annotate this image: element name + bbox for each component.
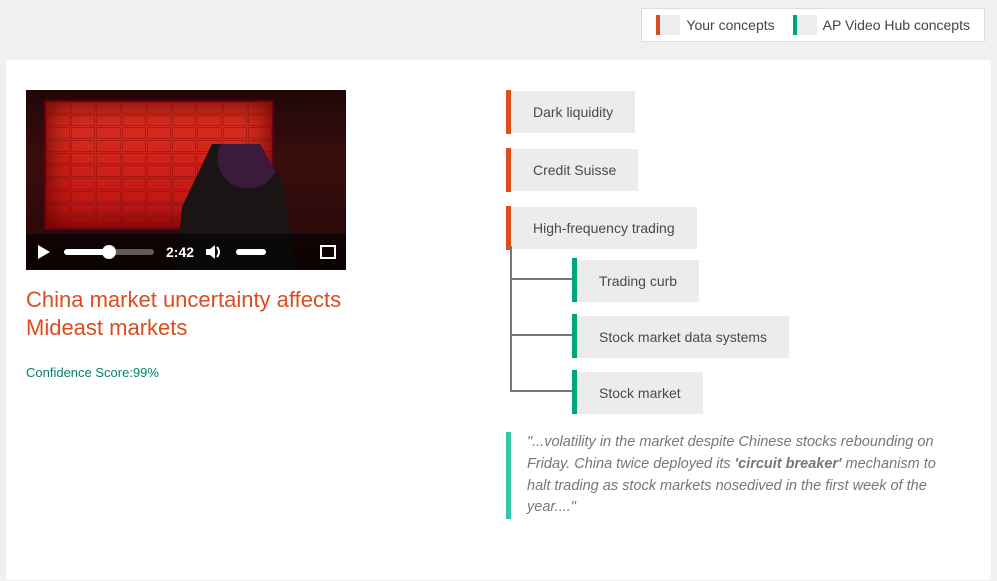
video-controls: 2:42 (26, 234, 346, 270)
legend: Your concepts AP Video Hub concepts (641, 8, 985, 42)
concept-tag[interactable]: Dark liquidity (511, 91, 635, 133)
confidence-label: Confidence Score: (26, 365, 133, 380)
concept-row: Credit Suisse (506, 148, 971, 192)
quote-bold: 'circuit breaker' (735, 456, 842, 472)
main-panel: 2:42 China market uncertainty affects Mi… (6, 60, 991, 580)
concept-tag[interactable]: Stock market (577, 372, 703, 414)
fullscreen-icon[interactable] (320, 245, 336, 259)
right-column: Dark liquidity Credit Suisse High-freque… (506, 90, 971, 560)
tree-stem (510, 358, 512, 392)
legend-swatch-orange (656, 15, 680, 35)
concept-tag[interactable]: Credit Suisse (511, 149, 638, 191)
confidence-value: 99% (133, 365, 159, 380)
concept-tree-row: Trading curb (510, 246, 971, 302)
volume-bar[interactable] (236, 249, 266, 255)
concept-row: Dark liquidity (506, 90, 971, 134)
legend-label-yours: Your concepts (686, 17, 774, 33)
tree-branch (512, 334, 572, 336)
volume-icon[interactable] (206, 244, 224, 260)
tree-stem (510, 302, 512, 358)
legend-item-yours: Your concepts (656, 15, 774, 35)
video-time: 2:42 (166, 244, 194, 260)
concept-tree-row: Stock market data systems (510, 302, 971, 358)
seek-bar[interactable] (64, 249, 154, 255)
legend-swatch-teal (793, 15, 817, 35)
concept-row: High-frequency trading (506, 206, 971, 250)
quote-accent-bar (506, 432, 511, 519)
concept-tag[interactable]: Stock market data systems (577, 316, 789, 358)
video-player[interactable]: 2:42 (26, 90, 346, 270)
quote-block: "...volatility in the market despite Chi… (506, 432, 936, 519)
top-bar: Your concepts AP Video Hub concepts (0, 0, 997, 60)
concept-tree-row: Stock market (510, 358, 971, 414)
legend-label-ap: AP Video Hub concepts (823, 17, 970, 33)
tree-branch (512, 278, 572, 280)
quote-text: "...volatility in the market despite Chi… (527, 432, 936, 519)
confidence-score: Confidence Score:99% (26, 365, 446, 380)
left-column: 2:42 China market uncertainty affects Mi… (26, 90, 446, 560)
tree-branch (512, 390, 572, 392)
video-headline: China market uncertainty affects Mideast… (26, 286, 406, 341)
concept-tag[interactable]: Trading curb (577, 260, 699, 302)
tree-stem (510, 246, 512, 302)
legend-item-ap: AP Video Hub concepts (793, 15, 970, 35)
concept-tag[interactable]: High-frequency trading (511, 207, 697, 249)
concept-tree: Trading curb Stock market data systems S… (510, 246, 971, 414)
play-icon[interactable] (36, 244, 52, 260)
